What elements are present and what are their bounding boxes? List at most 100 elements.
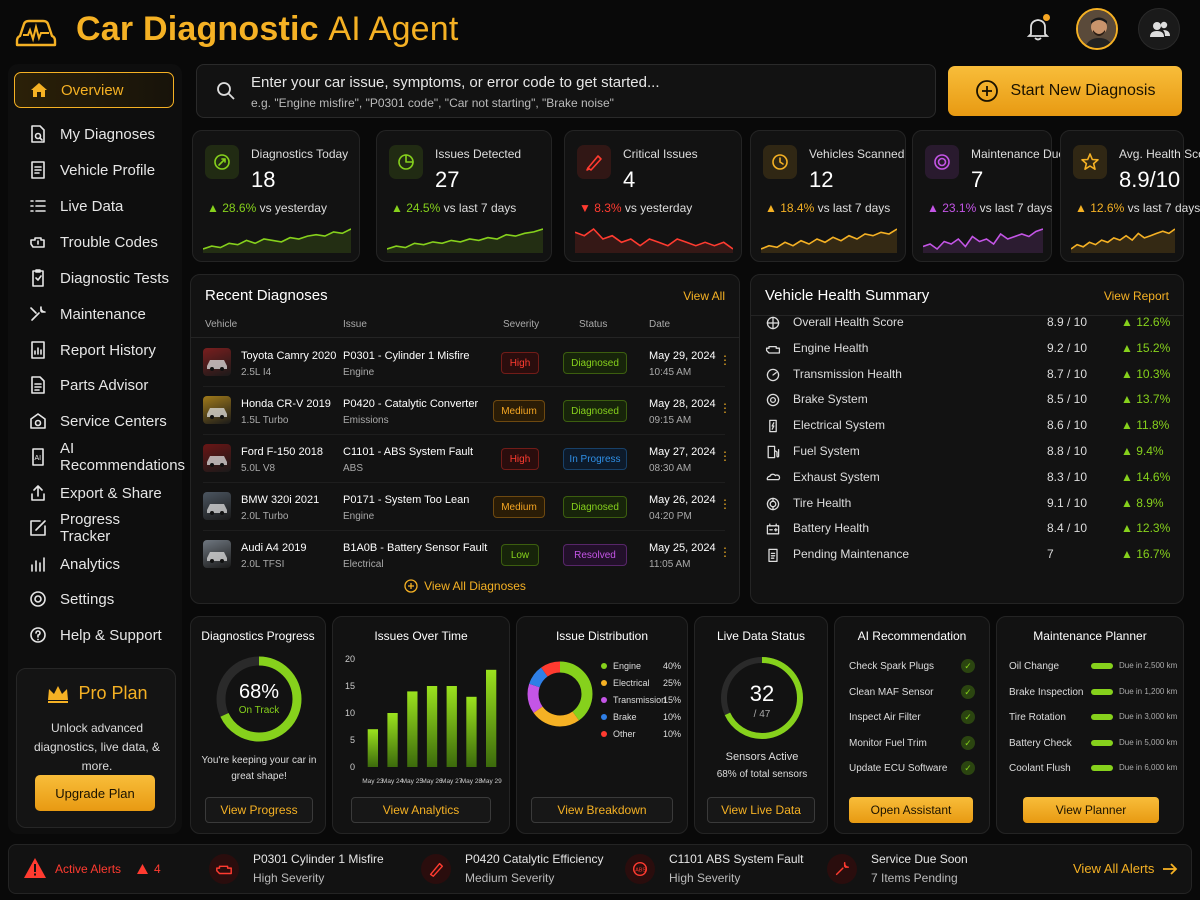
sidebar-item-trouble-codes[interactable]: Trouble Codes <box>14 224 174 260</box>
sidebar-item-parts-advisor[interactable]: Parts Advisor <box>14 367 174 403</box>
alert-item[interactable]: ABS C1101 ABS System Fault High Severity <box>625 852 815 888</box>
sidebar-item-analytics[interactable]: Analytics <box>14 546 174 582</box>
recommendation-item[interactable]: Clean MAF Sensor ✓ <box>849 684 979 699</box>
analytics-icon <box>31 557 45 572</box>
health-row-icon-wrap <box>765 547 781 563</box>
start-new-diagnosis-button[interactable]: Start New Diagnosis <box>948 66 1182 116</box>
stat-card-critical-issues[interactable]: Critical Issues 4 ▼ 8.3% vs yesterday <box>564 130 742 262</box>
sidebar-item-ai-recommendations[interactable]: AI AI Recommendations <box>14 439 185 475</box>
sidebar-item-live-data[interactable]: Live Data <box>14 188 174 224</box>
pro-plan-card: Pro Plan Unlock advanced diagnostics, li… <box>16 668 176 828</box>
planner-item[interactable]: Brake Inspection Due in 1,200 km <box>1009 687 1177 698</box>
recommendation-item[interactable]: Monitor Fuel Trim ✓ <box>849 735 979 750</box>
diagnosis-search-input[interactable]: Enter your car issue, symptoms, or error… <box>196 64 936 118</box>
planner-item[interactable]: Coolant Flush Due in 6,000 km <box>1009 763 1177 774</box>
stat-card-issues-detected[interactable]: Issues Detected 27 ▲ 24.5% vs last 7 days <box>376 130 552 262</box>
up-arrow-icon: ▲ <box>1075 201 1091 215</box>
vehicle-name: Honda CR-V 2019 <box>241 398 331 410</box>
health-row-engine-health[interactable]: Engine Health 9.2 / 10 ▲ 15.2% <box>765 337 1175 361</box>
sparkline <box>761 228 897 253</box>
sidebar-item-help-support[interactable]: Help & Support <box>14 617 174 653</box>
stat-card-maintenance-due[interactable]: Maintenance Due 7 ▲ 23.1% vs last 7 days <box>912 130 1065 262</box>
view-planner-button[interactable]: View Planner <box>1023 797 1159 823</box>
table-row[interactable]: Ford F-150 2018 5.0L V8 C1101 - ABS System… <box>191 435 737 483</box>
alert-item[interactable]: P0420 Catalytic Efficiency Medium Severit… <box>421 852 611 888</box>
y-tick-label: 0 <box>350 762 355 772</box>
upgrade-plan-button[interactable]: Upgrade Plan <box>35 775 155 811</box>
row-menu-icon[interactable]: ⋮ <box>719 353 731 367</box>
health-row-overall-health-score[interactable]: Overall Health Score 8.9 / 10 ▲ 12.6% <box>765 311 1175 335</box>
stat-card-avg-health-score[interactable]: Avg. Health Score 8.9/10 ▲ 12.6% vs last 7… <box>1060 130 1200 262</box>
stat-card-diagnostics-today[interactable]: Diagnostics Today 18 ▲ 28.6% vs yesterday <box>192 130 360 262</box>
health-row-brake-system[interactable]: Brake System 8.5 / 10 ▲ 13.7% <box>765 388 1175 412</box>
health-row-icon-wrap <box>765 521 781 537</box>
up-arrow-icon: ▲ <box>1121 444 1137 458</box>
issue-code: B1A0B - Battery Sensor Fault <box>343 542 488 554</box>
catalytic-alert-icon <box>429 862 444 877</box>
view-breakdown-button[interactable]: View Breakdown <box>531 797 673 823</box>
recommendation-item[interactable]: Check Spark Plugs ✓ <box>849 659 979 673</box>
view-live-data-button[interactable]: View Live Data <box>707 797 815 823</box>
alerts-count-value: 4 <box>154 862 161 876</box>
table-row[interactable]: Honda CR-V 2019 1.5L Turbo P0420 - Catalyt… <box>191 387 737 435</box>
sidebar-item-service-centers[interactable]: Service Centers <box>14 403 174 439</box>
table-row[interactable]: Audi A4 2019 2.0L TFSI B1A0B - Battery Sen… <box>191 531 737 579</box>
view-all-alerts-link[interactable]: View All Alerts <box>1073 861 1178 876</box>
stat-value: 18 <box>251 167 276 192</box>
diagnostics-progress-widget: Diagnostics Progress 68% On Track You're… <box>190 616 326 834</box>
sidebar-item-vehicle-profile[interactable]: Vehicle Profile <box>14 152 174 188</box>
view-analytics-button[interactable]: View Analytics <box>351 797 491 823</box>
issues-over-time-title: Issues Over Time <box>374 629 468 643</box>
team-users-button[interactable] <box>1138 8 1180 50</box>
fuel-icon <box>767 445 780 459</box>
notification-bell-icon[interactable] <box>1024 14 1052 42</box>
row-menu-icon[interactable]: ⋮ <box>719 401 731 415</box>
alert-icon-wrap <box>421 854 451 884</box>
health-row-fuel-system[interactable]: Fuel System 8.8 / 10 ▲ 9.4% <box>765 440 1175 464</box>
planner-item[interactable]: Oil Change Due in 2,500 km <box>1009 661 1177 672</box>
stat-label: Avg. Health Score <box>1119 147 1200 161</box>
sidebar-item-progress-tracker[interactable]: Progress Tracker <box>14 510 174 546</box>
avatar[interactable] <box>1076 8 1118 50</box>
alert-item[interactable]: Service Due Soon 7 Items Pending <box>827 852 1017 888</box>
view-progress-button[interactable]: View Progress <box>205 797 313 823</box>
sidebar-item-settings[interactable]: Settings <box>14 581 174 617</box>
recommendation-item[interactable]: Inspect Air Filter ✓ <box>849 710 979 724</box>
health-row-electrical-system[interactable]: Electrical System 8.6 / 10 ▲ 11.8% <box>765 414 1175 438</box>
planner-item[interactable]: Tire Rotation Due in 3,000 km <box>1009 712 1177 723</box>
health-row-exhaust-system[interactable]: Exhaust System 8.3 / 10 ▲ 14.6% <box>765 466 1175 490</box>
recommendation-item[interactable]: Update ECU Software ✓ <box>849 761 979 775</box>
sidebar-item-export-share[interactable]: Export & Share <box>14 475 174 511</box>
sidebar-item-my-diagnoses[interactable]: My Diagnoses <box>14 116 174 152</box>
planner-task: Tire Rotation <box>1009 712 1066 723</box>
health-change-percent: 12.6% <box>1136 315 1171 329</box>
planner-task: Coolant Flush <box>1009 763 1071 774</box>
health-row-tire-health[interactable]: Tire Health 9.1 / 10 ▲ 8.9% <box>765 492 1175 516</box>
view-all-diagnoses-footer[interactable]: View All Diagnoses <box>191 579 739 593</box>
table-row[interactable]: Toyota Camry 2020 2.5L I4 P0301 - Cylinder… <box>191 339 737 387</box>
health-row-battery-health[interactable]: Battery Health 8.4 / 10 ▲ 12.3% <box>765 517 1175 541</box>
row-menu-icon[interactable]: ⋮ <box>719 545 731 559</box>
up-arrow-icon: ▲ <box>207 201 223 215</box>
row-menu-icon[interactable]: ⋮ <box>719 449 731 463</box>
row-menu-icon[interactable]: ⋮ <box>719 497 731 511</box>
health-row-pending-maintenance[interactable]: Pending Maintenance 7 ▲ 16.7% <box>765 543 1175 567</box>
alert-item[interactable]: P0301 Cylinder 1 Misfire High Severity <box>209 852 399 888</box>
sidebar-item-maintenance[interactable]: Maintenance <box>14 296 174 332</box>
view-report-link[interactable]: View Report <box>1104 289 1169 303</box>
view-all-diagnoses-link[interactable]: View All <box>683 289 725 303</box>
stat-card-vehicles-scanned[interactable]: Vehicles Scanned 12 ▲ 18.4% vs last 7 days <box>750 130 906 262</box>
open-assistant-button[interactable]: Open Assistant <box>849 797 973 823</box>
star-icon <box>1081 153 1099 170</box>
health-row-transmission-health[interactable]: Transmission Health 8.7 / 10 ▲ 10.3% <box>765 363 1175 387</box>
vehicle-thumbnail <box>203 492 231 520</box>
table-row[interactable]: BMW 320i 2021 2.0L Turbo P0171 - System To… <box>191 483 737 531</box>
planner-item[interactable]: Battery Check Due in 5,000 km <box>1009 738 1177 749</box>
sidebar-item-diagnostic-tests[interactable]: Diagnostic Tests <box>14 260 174 296</box>
diagnosis-date: May 29, 2024 <box>649 350 716 362</box>
engine-alert-icon <box>216 865 232 875</box>
health-row-icon-wrap <box>765 367 781 383</box>
app-title-bold: Car Diagnostic <box>76 10 319 48</box>
sidebar-item-report-history[interactable]: Report History <box>14 332 174 368</box>
sidebar-item-overview[interactable]: Overview <box>14 72 174 108</box>
